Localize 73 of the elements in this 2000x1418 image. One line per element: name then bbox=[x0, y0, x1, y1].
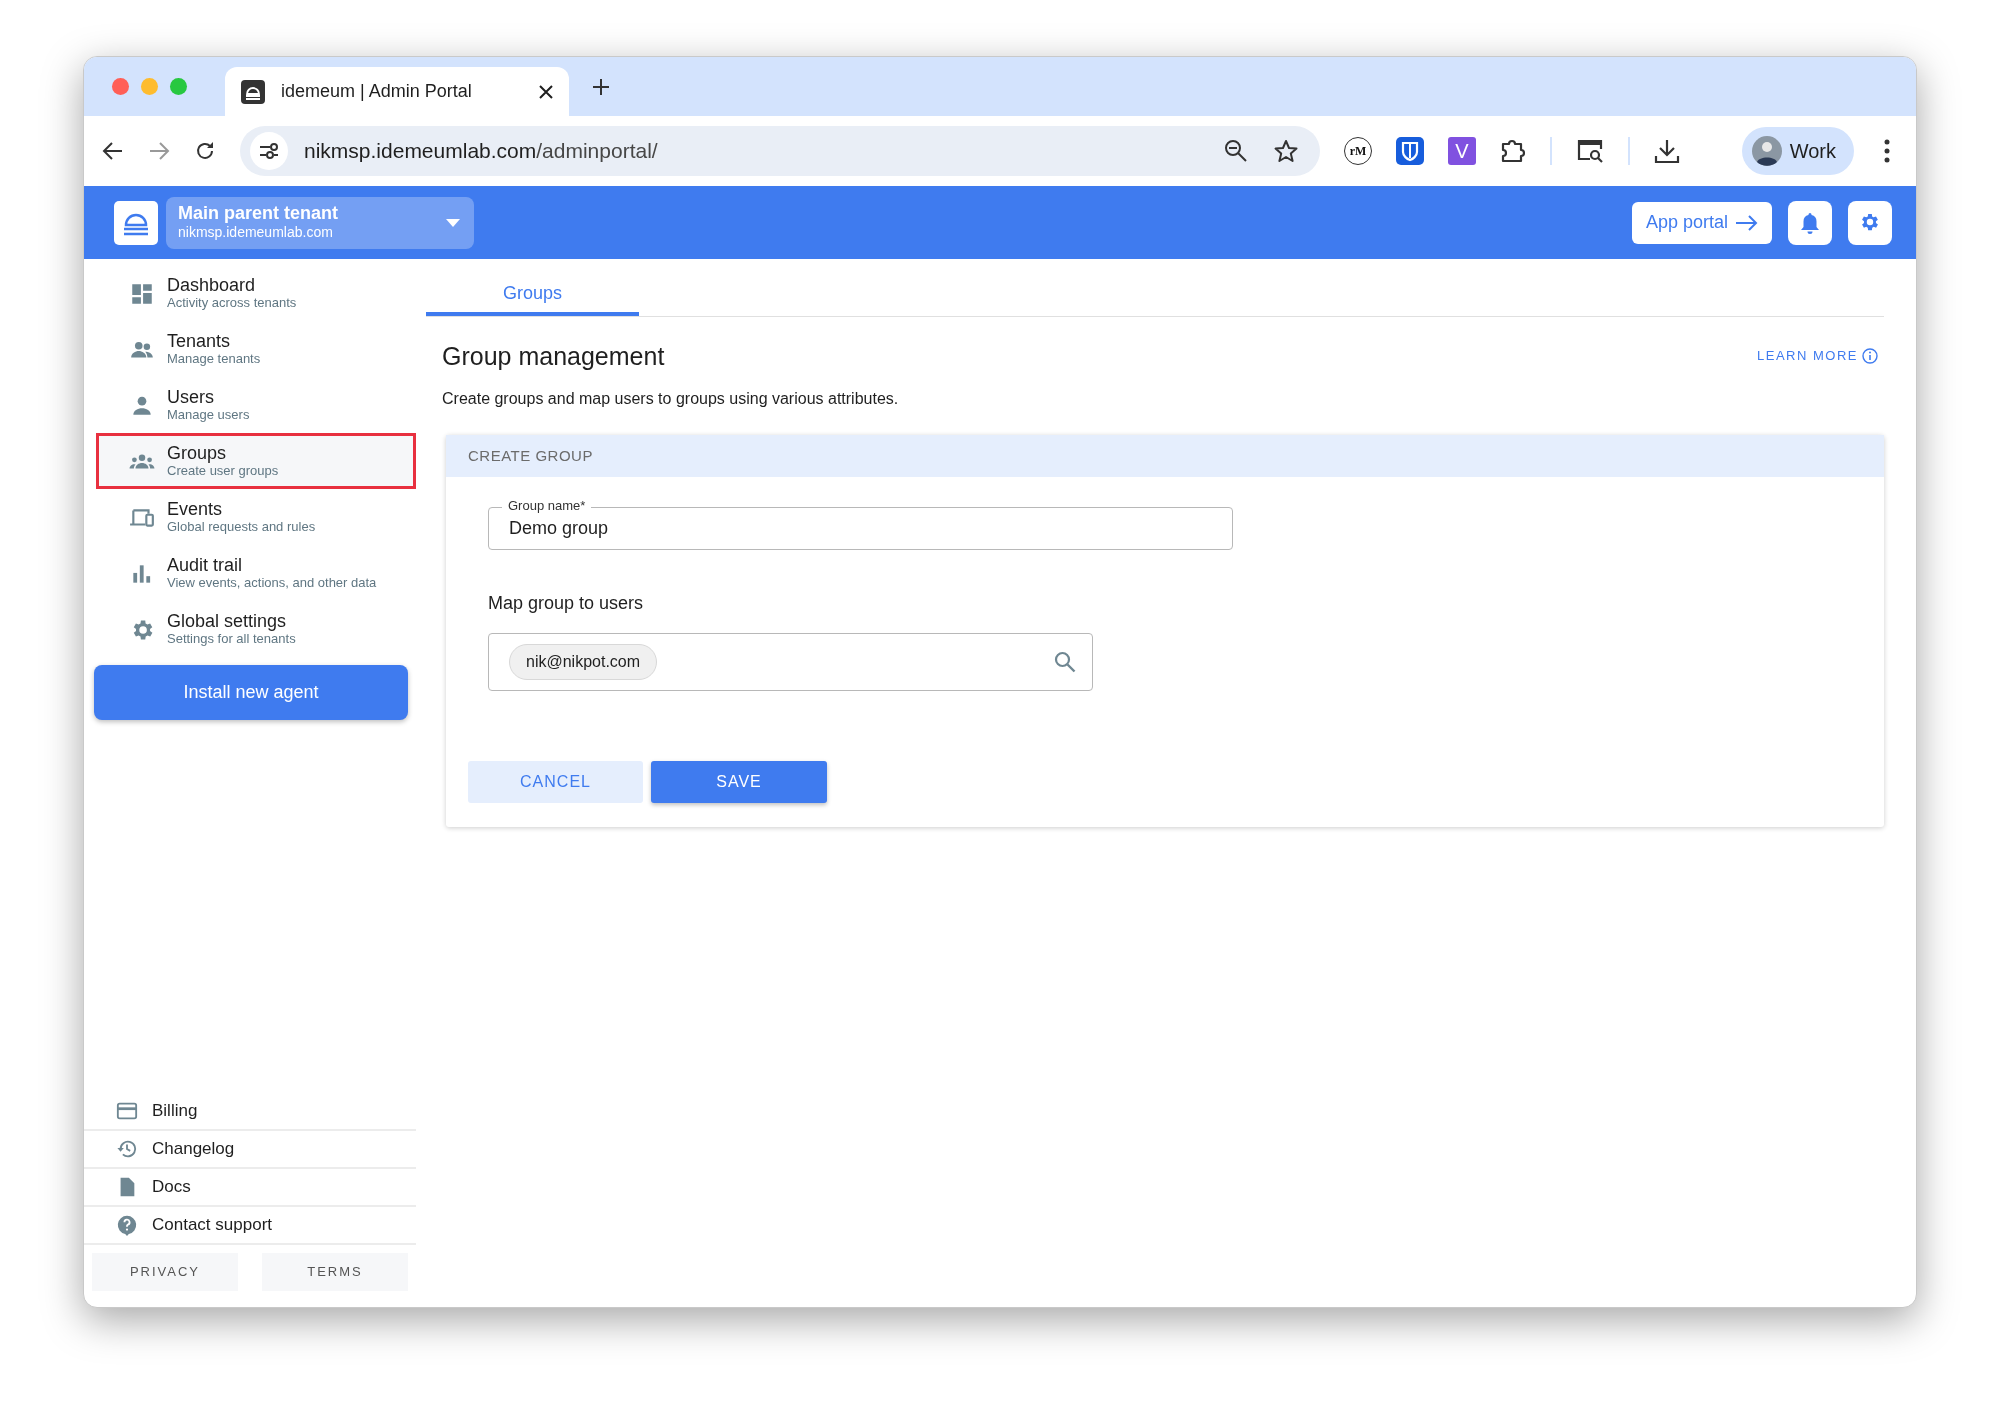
install-agent-button[interactable]: Install new agent bbox=[94, 665, 408, 720]
window-control-dot[interactable] bbox=[141, 78, 158, 95]
avatar-icon bbox=[1751, 136, 1782, 166]
window-control-dot[interactable] bbox=[170, 78, 187, 95]
close-icon[interactable] bbox=[539, 84, 553, 99]
item-subtitle: Create user groups bbox=[167, 463, 279, 481]
user-chip[interactable]: nik@nikpot.com bbox=[509, 644, 658, 680]
footer-link[interactable]: Docs bbox=[84, 1169, 416, 1207]
new-tab-icon[interactable] bbox=[593, 78, 609, 95]
app-portal-button[interactable]: App portal bbox=[1631, 201, 1772, 244]
site-settings-icon[interactable] bbox=[250, 132, 288, 170]
tenant-domain: nikmsp.idemeumlab.com bbox=[178, 224, 334, 241]
footer-link[interactable]: Billing bbox=[84, 1093, 416, 1131]
reload-icon[interactable] bbox=[194, 140, 216, 162]
sidebar-item[interactable]: Audit trail View events, actions, and other data bbox=[96, 545, 416, 601]
site-logo-icon bbox=[241, 79, 265, 104]
help-icon bbox=[116, 1214, 138, 1236]
item-title: Tenants bbox=[167, 330, 232, 352]
history-icon bbox=[116, 1138, 138, 1160]
settings-button[interactable] bbox=[1848, 200, 1892, 245]
info-icon bbox=[1862, 348, 1878, 364]
item-title: Groups bbox=[167, 442, 228, 464]
caret-icon bbox=[446, 218, 460, 227]
sidebar-item[interactable]: Tenants Manage tenants bbox=[96, 321, 416, 377]
more-icon[interactable] bbox=[1884, 139, 1890, 163]
shield-icon[interactable] bbox=[1396, 137, 1424, 165]
tenant-name: Main parent tenant bbox=[178, 204, 339, 224]
notification-button[interactable] bbox=[1788, 200, 1832, 245]
item-subtitle: Manage tenants bbox=[167, 351, 261, 369]
legal-link[interactable]: PRIVACY bbox=[92, 1253, 238, 1291]
item-title: Audit trail bbox=[167, 554, 244, 576]
profile-button[interactable]: Work bbox=[1741, 127, 1854, 175]
tab[interactable]: Groups bbox=[426, 275, 639, 316]
tab-title: idemeum | Admin Portal bbox=[281, 80, 473, 103]
star-icon[interactable] bbox=[1274, 139, 1298, 163]
bell-icon bbox=[1800, 211, 1820, 234]
item-title: Dashboard bbox=[167, 274, 257, 296]
screen-search-icon[interactable] bbox=[1576, 138, 1604, 164]
item-title: Global settings bbox=[167, 610, 288, 632]
page-title: Group management bbox=[442, 341, 665, 371]
sidebar-item[interactable]: Groups Create user groups bbox=[96, 433, 416, 489]
user-search-field[interactable]: nik@nikpot.com bbox=[488, 633, 1093, 691]
field-label: Group name* bbox=[502, 498, 592, 514]
download-icon[interactable] bbox=[1654, 138, 1680, 164]
sidebar-item[interactable]: Dashboard Activity across tenants bbox=[96, 265, 416, 321]
item-title: Events bbox=[167, 498, 224, 520]
legal-link[interactable]: TERMS bbox=[262, 1253, 408, 1291]
window-control-dot[interactable] bbox=[112, 78, 129, 95]
item-subtitle: Global requests and rules bbox=[167, 519, 316, 537]
back-icon[interactable] bbox=[102, 140, 124, 162]
section-label: Map group to users bbox=[488, 592, 645, 615]
search-icon bbox=[1054, 651, 1076, 673]
item-subtitle: Settings for all tenants bbox=[167, 631, 296, 649]
forward-icon[interactable] bbox=[148, 140, 170, 162]
sidebar-item[interactable]: Events Global requests and rules bbox=[96, 489, 416, 545]
zoom-out-icon[interactable] bbox=[1224, 139, 1248, 163]
sidebar-item[interactable]: Users Manage users bbox=[96, 377, 416, 433]
item-subtitle: View events, actions, and other data bbox=[167, 575, 377, 593]
puzzle-icon[interactable] bbox=[1500, 138, 1526, 164]
sidebar-item[interactable]: Global settings Settings for all tenants bbox=[96, 601, 416, 657]
item-title: Users bbox=[167, 386, 215, 408]
save-button[interactable]: SAVE bbox=[651, 761, 827, 803]
footer-link[interactable]: Contact support bbox=[84, 1207, 416, 1245]
item-subtitle: Activity across tenants bbox=[167, 295, 297, 313]
page-description: Create groups and map users to groups using various attributes. bbox=[442, 389, 900, 409]
arrow-right-icon bbox=[1736, 214, 1758, 231]
browser-tab[interactable]: idemeum | Admin Portal bbox=[225, 67, 569, 116]
credit-card-icon bbox=[116, 1100, 138, 1122]
card-header: CREATE GROUP bbox=[446, 435, 1884, 477]
item-subtitle: Manage users bbox=[167, 407, 250, 425]
footer-link[interactable]: Changelog bbox=[84, 1131, 416, 1169]
extension-button[interactable]: V bbox=[1448, 137, 1476, 165]
learn-more-link[interactable]: LEARN MORE bbox=[1751, 345, 1884, 367]
